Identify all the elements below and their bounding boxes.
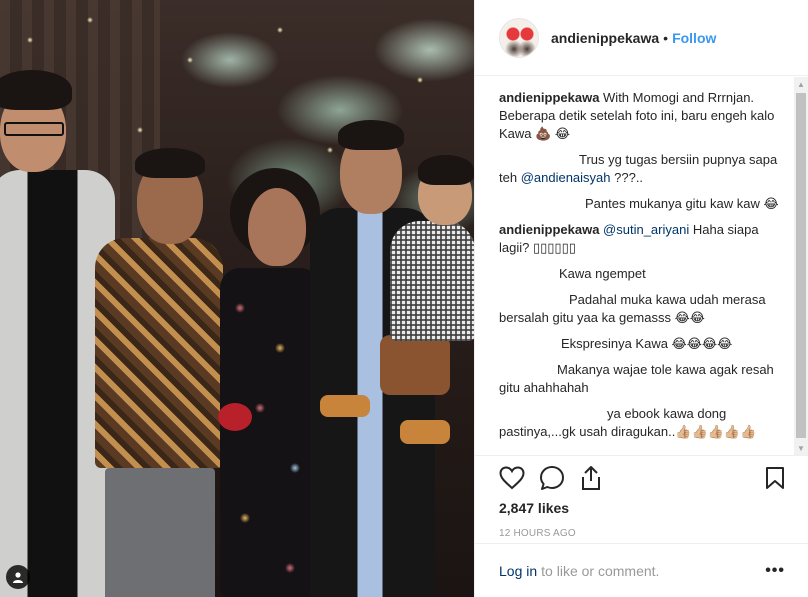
header-username[interactable]: andienippekawa — [551, 30, 659, 46]
list-item: andienippekawa @sutin_ariyani Haha siapa… — [499, 221, 789, 257]
action-bar — [499, 456, 785, 500]
share-icon[interactable] — [579, 458, 619, 498]
comment-text: Kawa ngempet — [559, 266, 646, 281]
scrollbar-thumb[interactable] — [796, 93, 806, 438]
post-photo[interactable] — [0, 0, 474, 597]
more-options-icon[interactable]: ••• — [765, 562, 785, 580]
person-man-batik-shirt — [95, 148, 225, 597]
comment-text: Padahal muka kawa udah merasa bersalah g… — [499, 292, 766, 325]
list-item: Kawa ngempet — [499, 265, 789, 283]
comment-text: ya ebook kawa dong pastinya,...gk usah d… — [499, 406, 757, 439]
post-timestamp[interactable]: 12 HOURS AGO — [499, 528, 785, 542]
comment-text: Ekspresinya Kawa 😂😂😂😂 — [561, 336, 733, 351]
bookmark-icon[interactable] — [745, 458, 785, 498]
avatar[interactable] — [499, 17, 539, 58]
comment-text: Makanya wajae tole kawa agak resah gitu … — [499, 362, 774, 395]
list-item: Padahal muka kawa udah merasa bersalah g… — [499, 291, 789, 327]
login-link[interactable]: Log in — [499, 563, 537, 579]
user-tag-icon[interactable] — [6, 565, 30, 589]
comments-scrollbar[interactable]: ▲ ▼ — [794, 77, 808, 455]
post-side-panel: andienippekawa • Follow andienippekawa W… — [474, 0, 808, 597]
instagram-post: andienippekawa • Follow andienippekawa W… — [0, 0, 808, 597]
post-header: andienippekawa • Follow — [475, 0, 808, 76]
comment-author[interactable]: andienippekawa — [499, 90, 599, 105]
login-prompt: Log in to like or comment. ••• — [475, 543, 808, 597]
scroll-down-arrow-icon[interactable]: ▼ — [794, 441, 808, 455]
comment-text: Pantes mukanya gitu kaw kaw 😂 — [585, 196, 779, 211]
comments-list[interactable]: andienippekawa With Momogi and Rrrnjan. … — [475, 77, 795, 455]
list-item: Pantes mukanya gitu kaw kaw 😂 — [499, 195, 789, 213]
list-item: Ekspresinya Kawa 😂😂😂😂 — [499, 335, 789, 353]
list-item: Trus yg tugas bersiin pupnya sapa teh @a… — [499, 151, 789, 187]
scroll-up-arrow-icon[interactable]: ▲ — [794, 77, 808, 91]
comment-caption: andienippekawa With Momogi and Rrrnjan. … — [499, 89, 789, 143]
comment-mention[interactable]: @andienaisyah — [521, 170, 611, 185]
person-child-checkered-shirt — [320, 155, 474, 455]
comment-text-after: ???.. — [610, 170, 644, 185]
login-prompt-text: to like or comment. — [541, 562, 660, 579]
comment-icon[interactable] — [539, 458, 579, 498]
list-item: ya ebook kawa dong pastinya,...gk usah d… — [499, 405, 789, 441]
comment-author[interactable]: andienippekawa — [499, 222, 599, 237]
follow-button[interactable]: Follow — [672, 30, 716, 46]
header-separator: • — [663, 29, 669, 46]
likes-count[interactable]: 2,847 likes — [499, 500, 785, 520]
heart-icon[interactable] — [499, 458, 539, 498]
list-item: Makanya wajae tole kawa agak resah gitu … — [499, 361, 789, 397]
comment-mention[interactable]: @sutin_ariyani — [603, 222, 689, 237]
post-actions-section: 2,847 likes 12 HOURS AGO — [475, 455, 808, 542]
